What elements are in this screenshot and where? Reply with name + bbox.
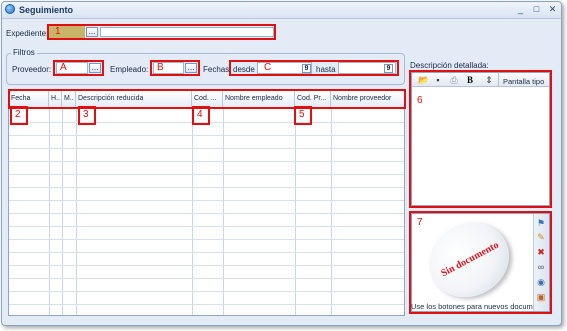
grid-column-divider — [223, 109, 224, 315]
save-icon[interactable]: ▪ — [433, 75, 443, 85]
empleado-browse-button[interactable]: ... — [185, 63, 197, 73]
table-row-line — [9, 226, 404, 227]
open-folder-icon[interactable]: 📂 — [418, 75, 429, 85]
descripcion-editor[interactable] — [411, 72, 550, 206]
bold-icon[interactable]: B — [465, 75, 475, 85]
marker-5: 5 — [299, 109, 305, 120]
toolbar-separator — [498, 73, 499, 87]
title-bar — [2, 2, 561, 19]
table-row-line — [9, 174, 404, 175]
grid-column-divider — [192, 109, 193, 315]
scan-icon[interactable]: ⚑ — [536, 218, 546, 228]
document-hint: Use los botones para nuevos documen — [411, 302, 533, 311]
hasta-calendar-icon[interactable]: 9 — [384, 64, 393, 73]
table-row-line — [9, 265, 404, 266]
app-icon — [5, 4, 15, 14]
descripcion-label: Descripción detallada: — [410, 61, 489, 70]
link-icon[interactable]: ∞ — [536, 262, 546, 272]
marker-2: 2 — [15, 109, 21, 120]
proveedor-browse-button[interactable]: ... — [89, 63, 101, 73]
empleado-label: Empleado: — [110, 65, 149, 74]
fechas-label: Fechas: — [203, 65, 232, 74]
marker-C: C — [264, 62, 272, 73]
table-row-line — [9, 291, 404, 292]
filters-legend: Filtros — [11, 48, 37, 57]
close-icon[interactable]: ✕ — [546, 4, 559, 15]
marker-6: 6 — [417, 95, 423, 106]
new-document-icon[interactable]: ✎ — [536, 232, 546, 242]
table-row-line — [9, 239, 404, 240]
grid-column-divider — [62, 109, 63, 315]
hasta-label: hasta — [316, 65, 336, 74]
table-row-line — [9, 161, 404, 162]
marker-7: 7 — [417, 217, 423, 228]
table-row-line — [9, 304, 404, 305]
marker-B: B — [157, 62, 164, 73]
desde-label: desde — [233, 65, 255, 74]
minimize-icon[interactable]: _ — [514, 4, 527, 15]
table-row-line — [9, 278, 404, 279]
marker-3: 3 — [83, 109, 89, 120]
grid-column-divider — [295, 109, 296, 315]
export-icon[interactable]: ▣ — [536, 292, 546, 302]
table-row-line — [9, 187, 404, 188]
table-row-line — [9, 200, 404, 201]
table-row-line — [9, 148, 404, 149]
table-row-line — [9, 252, 404, 253]
marker-4: 4 — [197, 109, 203, 120]
grid-column-divider — [76, 109, 77, 315]
scroll-icon[interactable]: ⇕ — [484, 75, 494, 85]
table-row-line — [9, 135, 404, 136]
pantalla-tipo-button[interactable]: Pantalla tipo — [503, 77, 544, 86]
grid-column-divider — [331, 109, 332, 315]
marker-A: A — [60, 62, 67, 73]
expediente-browse-button[interactable]: ... — [86, 27, 98, 37]
expediente-label: Expediente: — [6, 29, 49, 38]
grid-column-divider — [49, 109, 50, 315]
table-row-line — [9, 213, 404, 214]
window-title: Seguimiento — [19, 5, 74, 15]
delete-document-icon[interactable]: ✖ — [536, 247, 546, 257]
print-icon[interactable]: ⎙ — [449, 75, 459, 85]
proveedor-label: Proveedor: — [12, 65, 52, 74]
view-icon[interactable]: ◉ — [536, 277, 546, 287]
desde-calendar-icon[interactable]: 9 — [302, 64, 311, 73]
maximize-icon[interactable]: □ — [530, 4, 543, 15]
marker-1: 1 — [55, 26, 61, 37]
expediente-description-field[interactable] — [100, 27, 274, 37]
